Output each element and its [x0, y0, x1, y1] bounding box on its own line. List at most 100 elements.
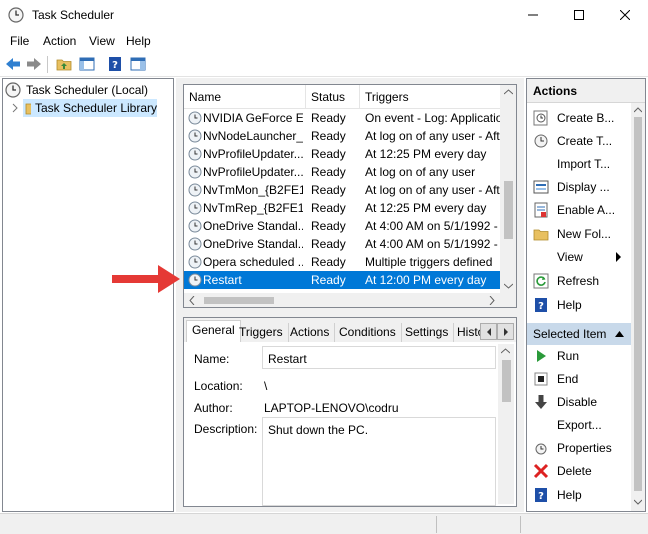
tab-right-icon — [503, 327, 508, 336]
task-name-cell: NVIDIA GeForce Ex... — [203, 111, 303, 125]
tab-conditions[interactable]: Conditions — [334, 323, 402, 342]
scroll-thumb[interactable] — [502, 360, 511, 402]
task-name-field[interactable]: Restart — [262, 346, 496, 369]
menu-view[interactable]: View — [89, 34, 115, 48]
task-scheduler-clock-icon — [8, 7, 24, 23]
action-refresh[interactable]: Refresh — [527, 270, 631, 292]
back-button[interactable] — [3, 54, 23, 74]
task-list-vertical-scrollbar[interactable] — [500, 85, 516, 295]
end-icon — [534, 372, 548, 386]
task-trigger-cell: At log on of any user - After — [365, 183, 500, 197]
task-clock-icon — [188, 237, 202, 251]
table-row[interactable]: NvProfileUpdater... Ready At log on of any… — [184, 163, 500, 181]
task-name-cell: Restart — [203, 273, 242, 287]
action-display-running-tasks[interactable]: Display ... — [527, 176, 631, 198]
task-clock-icon — [188, 147, 202, 161]
forward-arrow-icon — [27, 58, 41, 70]
show-hide-console-tree-button[interactable] — [77, 54, 97, 74]
new-folder-icon — [533, 229, 549, 241]
tab-scroll-right-button[interactable] — [497, 323, 514, 340]
tab-actions[interactable]: Actions — [285, 323, 336, 342]
task-trigger-cell: At log on of any user — [365, 165, 476, 179]
scroll-thumb[interactable] — [504, 181, 513, 239]
table-row[interactable]: NVIDIA GeForce Ex... Ready On event - Log:… — [184, 109, 500, 127]
up-folder-button[interactable] — [54, 54, 74, 74]
action-end[interactable]: End — [527, 368, 631, 390]
forward-button[interactable] — [24, 54, 44, 74]
table-row[interactable]: NvTmMon_{B2FE1... Ready At log on of any u… — [184, 181, 500, 199]
status-divider — [436, 516, 437, 533]
tree-item-task-scheduler-local[interactable]: Task Scheduler (Local) — [5, 81, 148, 99]
maximize-button[interactable] — [556, 0, 602, 30]
tab-settings[interactable]: Settings — [400, 323, 455, 342]
action-import-task[interactable]: Import T... — [527, 153, 631, 175]
window-title: Task Scheduler — [32, 8, 115, 22]
action-properties[interactable]: Properties — [527, 437, 631, 459]
selected-item-header[interactable]: Selected Item — [527, 323, 631, 345]
tab-triggers[interactable]: Triggers — [234, 323, 289, 342]
table-row[interactable]: NvNodeLauncher_... Ready At log on of any … — [184, 127, 500, 145]
details-vertical-scrollbar[interactable] — [498, 344, 514, 504]
table-row[interactable]: OneDrive Standal... Ready At 4:00 AM on 5/… — [184, 235, 500, 253]
tab-scroll-left-button[interactable] — [480, 323, 497, 340]
task-trigger-cell: At log on of any user - After — [365, 129, 500, 143]
refresh-icon — [533, 273, 549, 289]
maximize-icon — [574, 10, 584, 20]
action-export[interactable]: Export... — [527, 414, 631, 436]
tab-general[interactable]: General — [186, 320, 241, 343]
menu-help[interactable]: Help — [126, 34, 151, 48]
action-view[interactable]: View — [527, 246, 631, 268]
submenu-arrow-icon — [616, 252, 621, 262]
column-header-status[interactable]: Status — [306, 85, 360, 109]
table-row[interactable]: Opera scheduled ... Ready Multiple trigger… — [184, 253, 500, 271]
close-button[interactable] — [602, 0, 648, 30]
clock-icon — [5, 82, 21, 98]
actions-vertical-scrollbar[interactable] — [631, 103, 645, 511]
action-label: New Fol... — [557, 227, 612, 241]
action-new-folder[interactable]: New Fol... — [527, 223, 631, 245]
table-row[interactable]: OneDrive Standal... Ready At 4:00 AM on 5/… — [184, 217, 500, 235]
minimize-button[interactable] — [510, 0, 556, 30]
help-toolbar-button[interactable]: ? — [105, 54, 125, 74]
menu-action[interactable]: Action — [43, 34, 76, 48]
action-create-basic-task[interactable]: Create B... — [527, 107, 631, 129]
action-help-selected[interactable]: ? Help — [527, 484, 631, 506]
description-label: Description: — [194, 422, 258, 436]
author-value: LAPTOP-LENOVO\codru — [264, 401, 399, 415]
task-list-horizontal-scrollbar[interactable] — [184, 293, 516, 307]
action-enable-all-history[interactable]: Enable A... — [527, 199, 631, 221]
action-disable[interactable]: Disable — [527, 391, 631, 413]
action-help[interactable]: ? Help — [527, 294, 631, 316]
description-field[interactable]: Shut down the PC. — [262, 417, 496, 506]
column-header-triggers[interactable]: Triggers — [360, 85, 500, 109]
scroll-thumb[interactable] — [634, 117, 642, 491]
task-name-cell: NvProfileUpdater... — [203, 147, 303, 161]
author-label: Author: — [194, 401, 233, 415]
task-status-cell: Ready — [311, 273, 346, 287]
action-create-task[interactable]: Create T... — [527, 130, 631, 152]
toolbar: ? — [0, 52, 648, 77]
create-basic-task-icon — [533, 110, 548, 126]
tree-item-label: Task Scheduler (Local) — [26, 83, 149, 97]
console-tree-icon — [79, 57, 95, 71]
tab-left-icon — [486, 327, 491, 336]
action-delete[interactable]: Delete — [527, 460, 631, 482]
action-label: Export... — [557, 418, 602, 432]
location-value: \ — [264, 379, 268, 393]
task-name-cell: Opera scheduled ... — [203, 255, 303, 269]
table-row[interactable]: Restart Ready At 12:00 PM every day — [184, 271, 500, 289]
task-clock-icon — [188, 129, 202, 143]
column-header-name[interactable]: Name — [184, 85, 306, 109]
show-hide-action-pane-button[interactable] — [128, 54, 148, 74]
task-status-cell: Ready — [311, 219, 346, 233]
action-label: Create B... — [557, 111, 615, 125]
action-run[interactable]: Run — [527, 345, 631, 367]
table-row[interactable]: NvProfileUpdater... Ready At 12:25 PM ever… — [184, 145, 500, 163]
table-row[interactable]: NvTmRep_{B2FE19... Ready At 12:25 PM every… — [184, 199, 500, 217]
task-name-cell: OneDrive Standal... — [203, 237, 303, 251]
menu-file[interactable]: File — [10, 34, 29, 48]
scroll-thumb[interactable] — [204, 297, 274, 304]
help-book-icon: ? — [109, 57, 121, 71]
tree-item-task-scheduler-library[interactable]: Task Scheduler Library — [23, 99, 157, 117]
action-label: Import T... — [557, 157, 611, 171]
